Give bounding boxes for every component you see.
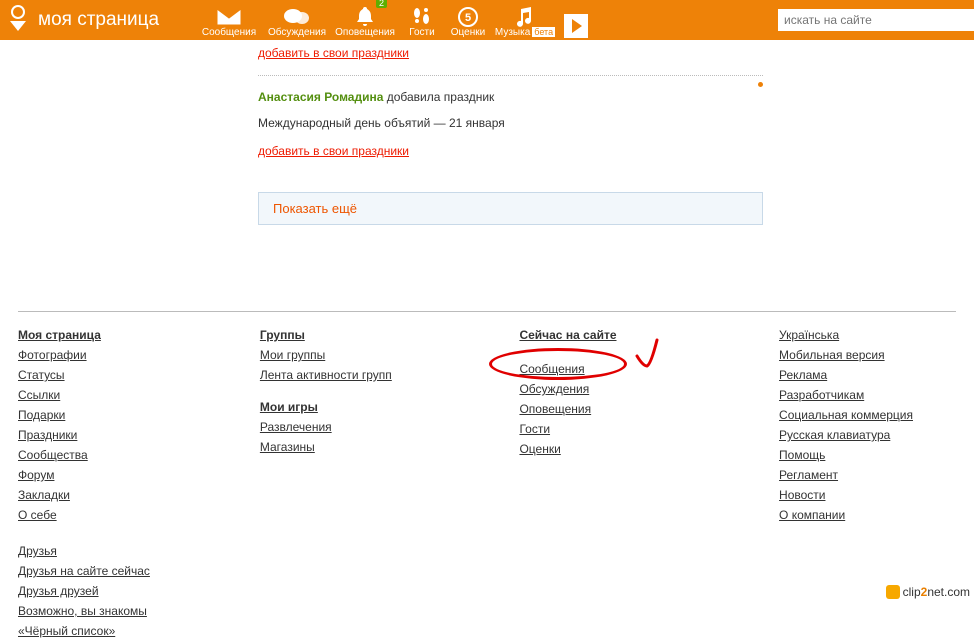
footer-link[interactable]: Новости — [779, 488, 825, 502]
footer-link[interactable]: Закладки — [18, 488, 70, 502]
new-indicator-dot-icon — [758, 82, 763, 87]
music-note-icon — [516, 7, 534, 27]
nav-label: Оценки — [451, 27, 485, 38]
footer-link[interactable]: Праздники — [18, 428, 77, 442]
svg-text:5: 5 — [465, 12, 471, 24]
footsteps-icon — [412, 7, 432, 27]
logo-area[interactable]: моя страница — [0, 5, 195, 35]
footer-subhead-games[interactable]: Мои игры — [260, 400, 318, 414]
footer-link[interactable]: Форум — [18, 468, 54, 482]
bell-icon — [356, 7, 374, 27]
footer-col-groups: Группы Мои группы Лента активности групп… — [260, 328, 520, 638]
footer-link[interactable]: Оценки — [519, 442, 560, 456]
footer-link[interactable]: Обсуждения — [519, 382, 589, 396]
nav-music[interactable]: Музыкабета — [491, 0, 559, 40]
play-icon — [564, 14, 588, 38]
page-title: моя страница — [38, 9, 159, 31]
footer-link[interactable]: Подарки — [18, 408, 65, 422]
footer-link[interactable]: Возможно, вы знакомы — [18, 604, 147, 618]
nav-messages[interactable]: Сообщения — [195, 0, 263, 40]
feed-user-link[interactable]: Анастасия Ромадина — [258, 90, 383, 104]
footer-link[interactable]: Разработчикам — [779, 388, 864, 402]
five-badge-icon: 5 — [458, 7, 478, 27]
footer-link-messages[interactable]: Сообщения — [519, 362, 584, 376]
envelope-icon — [217, 7, 241, 27]
add-holiday-link[interactable]: добавить в свои праздники — [258, 144, 409, 158]
nav-label: Музыкабета — [495, 27, 555, 38]
beta-tag: бета — [532, 27, 555, 37]
nav-guests[interactable]: Гости — [399, 0, 445, 40]
footer-head-mypage[interactable]: Моя страница — [18, 328, 101, 342]
nav-items: Сообщения Обсуждения 2 Оповещения Гости … — [195, 0, 593, 40]
footer-link[interactable]: Українська — [779, 328, 839, 342]
feed-entry: Анастасия Ромадина добавила праздник — [258, 90, 763, 104]
nav-label: Оповещения — [335, 27, 395, 38]
footer-link[interactable]: О себе — [18, 508, 57, 522]
footer-link[interactable]: Мои группы — [260, 348, 325, 362]
nav-label: Гости — [409, 27, 434, 38]
footer-col-now: Сейчас на сайте Сообщения Обсуждения Опо… — [519, 328, 779, 638]
nav-label: Сообщения — [202, 27, 256, 38]
footer-col-mypage: Моя страница Фотографии Статусы Ссылки П… — [18, 328, 260, 638]
chat-bubbles-icon — [284, 7, 310, 27]
feed-separator — [258, 75, 763, 76]
footer-link[interactable]: Оповещения — [519, 402, 591, 416]
footer-link[interactable]: Гости — [519, 422, 550, 436]
watermark-text: clip2net.com — [903, 585, 970, 599]
nav-ratings[interactable]: 5 Оценки — [445, 0, 491, 40]
footer-link[interactable]: Статусы — [18, 368, 65, 382]
search-input[interactable] — [778, 9, 974, 31]
footer-link[interactable]: Фотографии — [18, 348, 87, 362]
nav-label: Обсуждения — [268, 27, 326, 38]
notification-badge: 2 — [376, 0, 387, 8]
footer-link[interactable]: Лента активности групп — [260, 368, 392, 382]
footer-link[interactable]: Друзья на сайте сейчас — [18, 564, 150, 578]
footer-link[interactable]: Друзья — [18, 544, 57, 558]
nav-play[interactable] — [559, 0, 593, 40]
footer-link[interactable]: Ссылки — [18, 388, 60, 402]
footer-head-groups[interactable]: Группы — [260, 328, 305, 342]
footer-link[interactable]: Помощь — [779, 448, 825, 462]
footer-link[interactable]: Развлечения — [260, 420, 332, 434]
watermark: clip2net.com — [886, 585, 970, 599]
footer-link[interactable]: Социальная коммерция — [779, 408, 913, 422]
feed-detail: Международный день объятий — 21 января — [258, 116, 763, 130]
footer-head-now[interactable]: Сейчас на сайте — [519, 328, 616, 342]
footer-link[interactable]: О компании — [779, 508, 845, 522]
footer-link[interactable]: «Чёрный список» — [18, 624, 115, 638]
footer-link[interactable]: Реклама — [779, 368, 827, 382]
footer: Моя страница Фотографии Статусы Ссылки П… — [18, 311, 956, 638]
add-holiday-link[interactable]: добавить в свои праздники — [258, 46, 409, 60]
ok-logo-icon — [8, 5, 28, 35]
footer-link[interactable]: Регламент — [779, 468, 838, 482]
footer-link[interactable]: Мобильная версия — [779, 348, 885, 362]
feed-action-text: добавила праздник — [387, 90, 495, 104]
footer-link[interactable]: Русская клавиатура — [779, 428, 890, 442]
nav-discussions[interactable]: Обсуждения — [263, 0, 331, 40]
show-more-button[interactable]: Показать ещё — [258, 192, 763, 225]
footer-link[interactable]: Друзья друзей — [18, 584, 99, 598]
clip2net-icon — [886, 585, 900, 599]
top-bar: моя страница Сообщения Обсуждения 2 Опов… — [0, 0, 974, 40]
footer-link[interactable]: Сообщества — [18, 448, 88, 462]
footer-link[interactable]: Магазины — [260, 440, 315, 454]
feed: добавить в свои праздники Анастасия Рома… — [258, 40, 763, 225]
nav-notifications[interactable]: 2 Оповещения — [331, 0, 399, 40]
